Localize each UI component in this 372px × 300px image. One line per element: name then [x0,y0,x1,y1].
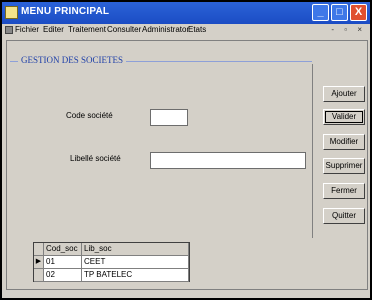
group-title: GESTION DES SOCIETES [18,55,127,65]
cell-lib-soc[interactable]: CEET [82,256,189,268]
window-title: MENU PRINCIPAL [21,6,110,17]
column-header-cod-soc[interactable]: Cod_soc [44,243,82,255]
supprimer-button[interactable]: Supprimer [323,158,365,174]
minimize-button[interactable]: _ [312,4,329,21]
table-row[interactable]: 02 TP BATELEC [34,269,189,282]
main-window: MENU PRINCIPAL _ □ X Fichier Editer Trai… [0,0,372,300]
cell-cod-soc[interactable]: 01 [44,256,82,268]
grid-header-row: Cod_soc Lib_soc [34,243,189,256]
ajouter-button[interactable]: Ajouter [323,86,365,102]
menu-editer[interactable]: Editer [43,25,64,34]
row-selector [34,269,44,281]
document-icon[interactable] [5,26,13,34]
modifier-button[interactable]: Modifier [323,134,365,150]
quitter-button[interactable]: Quitter [323,208,365,224]
column-header-lib-soc[interactable]: Lib_soc [82,243,189,255]
libelle-societe-input[interactable] [150,152,306,169]
menu-consulter[interactable]: Consulter [107,25,141,34]
libelle-societe-label: Libellé société [70,154,121,163]
menu-etats[interactable]: Etats [188,25,206,34]
close-button[interactable]: X [350,4,367,21]
societes-grid[interactable]: Cod_soc Lib_soc ▶ 01 CEET 02 TP BATELEC [33,242,190,282]
row-selector-arrow-icon: ▶ [34,256,44,268]
cell-lib-soc[interactable]: TP BATELEC [82,269,189,281]
menu-traitement[interactable]: Traitement [68,25,106,34]
group-divider [312,64,313,238]
grid-corner [34,243,44,255]
menu-administrator[interactable]: Administrator [142,25,189,34]
code-societe-input[interactable] [150,109,188,126]
menu-bar: Fichier Editer Traitement Consulter Admi… [2,24,370,37]
table-row[interactable]: ▶ 01 CEET [34,256,189,269]
code-societe-label: Code société [66,111,113,120]
title-bar[interactable]: MENU PRINCIPAL _ □ X [2,2,370,24]
valider-button[interactable]: Valider [323,109,365,125]
maximize-button[interactable]: □ [331,4,348,21]
menu-fichier[interactable]: Fichier [15,25,39,34]
fermer-button[interactable]: Fermer [323,183,365,199]
mdi-window-controls[interactable]: - ▫ × [331,25,366,34]
app-icon [5,6,18,19]
cell-cod-soc[interactable]: 02 [44,269,82,281]
